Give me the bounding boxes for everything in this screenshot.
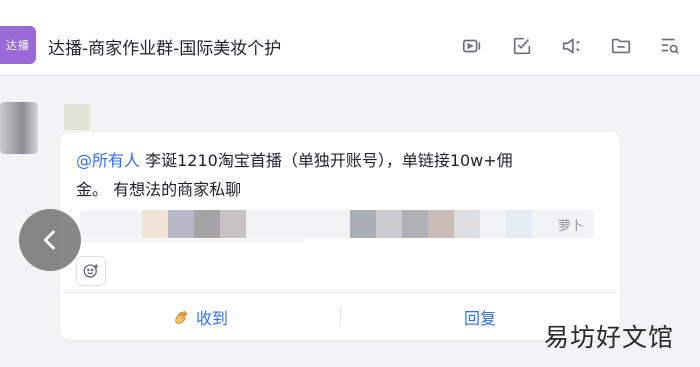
message-line1: 李诞1210淘宝首播（单独开账号），单链接10w+佣 (140, 151, 513, 170)
quoted-message-blurred[interactable]: 萝卜 (80, 210, 594, 238)
search-list-icon[interactable] (659, 35, 681, 57)
chevron-left-icon (43, 230, 55, 250)
mention-all[interactable]: @所有人 (76, 151, 140, 170)
message-text: @所有人 李诞1210淘宝首播（单独开账号），单链接10w+佣 金。 有想法的商… (76, 146, 596, 204)
folder-icon[interactable] (610, 35, 632, 57)
ack-button[interactable]: 收到 (60, 293, 340, 340)
announcement-icon[interactable] (560, 35, 582, 57)
add-reaction-icon[interactable] (76, 256, 106, 286)
chat-title[interactable]: 达播-商家作业群-国际美妆个护 (48, 34, 281, 59)
reply-label: 回复 (463, 309, 496, 328)
group-avatar[interactable]: 达播 (0, 26, 36, 64)
message-actions: 收到 回复 (60, 292, 620, 340)
sender-avatar[interactable] (0, 102, 38, 154)
chat-header: 达播 达播-商家作业群-国际美妆个护 (0, 0, 700, 76)
clap-icon (175, 310, 188, 324)
message-bubble: @所有人 李诞1210淘宝首播（单独开账号），单链接10w+佣 金。 有想法的商… (60, 132, 620, 340)
video-icon[interactable] (461, 35, 483, 57)
quote-divider (80, 239, 304, 242)
back-button[interactable] (19, 209, 81, 271)
sender-name-blurred (64, 104, 90, 130)
watermark: 易坊好文馆 (543, 323, 674, 352)
task-check-icon[interactable] (511, 35, 533, 57)
ack-label: 收到 (195, 309, 228, 328)
message-line2: 金。 有想法的商家私聊 (76, 180, 242, 199)
quote-author: 萝卜 (557, 219, 584, 234)
